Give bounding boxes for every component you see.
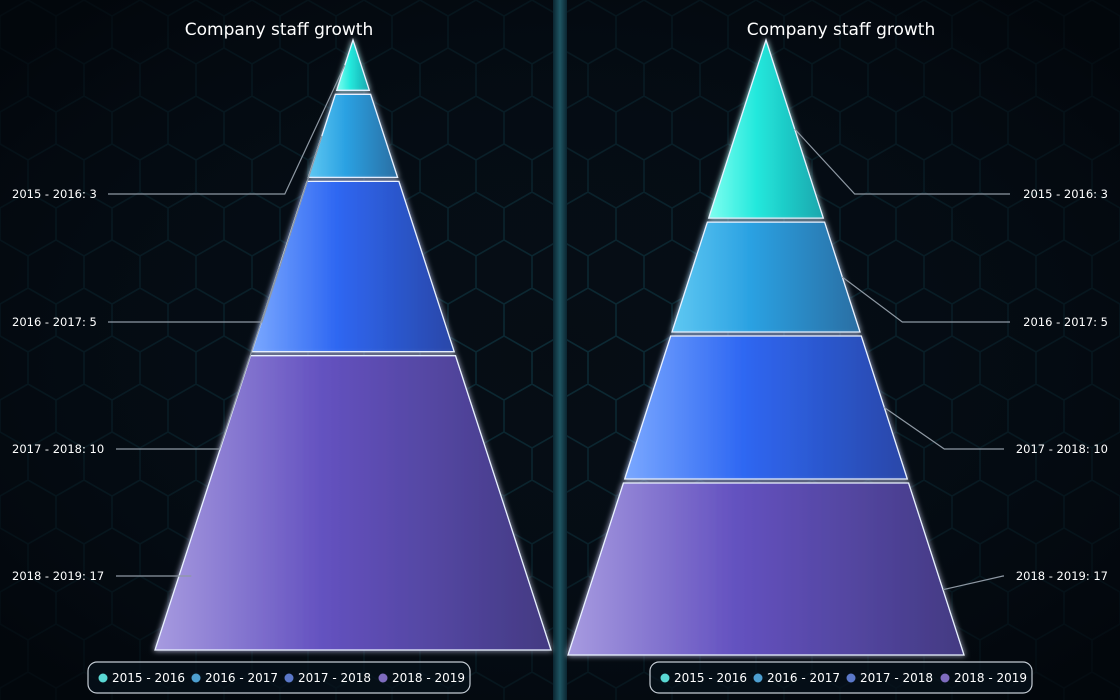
legend-marker-icon: [846, 673, 856, 683]
legend-marker-icon: [660, 673, 670, 683]
legend-label: 2018 - 2019: [954, 671, 1027, 685]
legend-marker-icon: [378, 673, 388, 683]
data-label-2015-2016: 2015 - 2016: 3: [12, 187, 97, 201]
data-label-2017-2018: 2017 - 2018: 10: [1016, 442, 1108, 456]
data-label-2016-2017: 2016 - 2017: 5: [1023, 315, 1108, 329]
legend-marker-icon: [940, 673, 950, 683]
chart-title: Company staff growth: [747, 20, 936, 40]
legend: 2015 - 2016 2016 - 2017 2017 - 2018 2018…: [87, 661, 471, 694]
data-label-2016-2017: 2016 - 2017: 5: [12, 315, 97, 329]
legend-marker-icon: [753, 673, 763, 683]
legend-marker-icon: [98, 673, 108, 683]
legend-label: 2016 - 2017: [767, 671, 840, 685]
data-label-2015-2016: 2015 - 2016: 3: [1023, 187, 1108, 201]
legend-item-2017-2018[interactable]: 2017 - 2018: [284, 671, 372, 685]
legend-item-2016-2017[interactable]: 2016 - 2017: [191, 671, 279, 685]
legend-label: 2017 - 2018: [860, 671, 933, 685]
legend-label: 2015 - 2016: [674, 671, 747, 685]
legend-marker-icon: [191, 673, 201, 683]
pyramid-segment-2017-2018[interactable]: [623, 335, 909, 480]
data-label-2017-2018: 2017 - 2018: 10: [12, 442, 104, 456]
pyramid-segment-2018-2019[interactable]: [567, 482, 965, 656]
legend-item-2018-2019[interactable]: 2018 - 2019: [940, 671, 1028, 685]
chart-title: Company staff growth: [185, 20, 374, 40]
legend: 2015 - 2016 2016 - 2017 2017 - 2018 2018…: [649, 661, 1033, 694]
legend-label: 2018 - 2019: [392, 671, 465, 685]
legend-item-2017-2018[interactable]: 2017 - 2018: [846, 671, 934, 685]
legend-item-2015-2016[interactable]: 2015 - 2016: [660, 671, 748, 685]
legend-label: 2017 - 2018: [298, 671, 371, 685]
panel-divider: [553, 0, 567, 700]
pyramid-charts-canvas: Company staff growth 2015 - 2016: 3 2016…: [0, 0, 1120, 700]
legend-item-2016-2017[interactable]: 2016 - 2017: [753, 671, 841, 685]
legend-label: 2015 - 2016: [112, 671, 185, 685]
legend-item-2018-2019[interactable]: 2018 - 2019: [378, 671, 466, 685]
legend-item-2015-2016[interactable]: 2015 - 2016: [98, 671, 186, 685]
legend-label: 2016 - 2017: [205, 671, 278, 685]
data-label-2018-2019: 2018 - 2019: 17: [12, 569, 104, 583]
data-label-2018-2019: 2018 - 2019: 17: [1016, 569, 1108, 583]
legend-marker-icon: [284, 673, 294, 683]
